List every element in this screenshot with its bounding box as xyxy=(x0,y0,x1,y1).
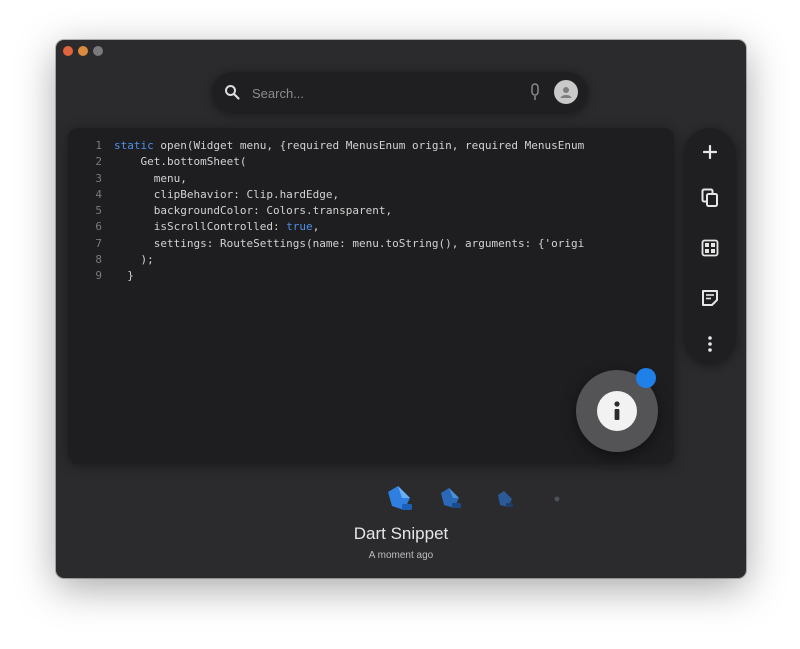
window-controls xyxy=(63,46,103,56)
line-number: 4 xyxy=(95,187,102,201)
plus-icon xyxy=(703,145,717,159)
side-toolbar xyxy=(684,128,736,364)
search-icon xyxy=(225,85,240,100)
code-text: open(Widget menu, {required MenusEnum or… xyxy=(153,139,585,152)
code-line: 3 menu, xyxy=(68,171,674,187)
snippet-title: Dart Snippet xyxy=(353,524,449,543)
code-line: 2 Get.bottomSheet( xyxy=(68,154,674,170)
more-button[interactable] xyxy=(698,332,722,356)
search-bar xyxy=(212,72,588,112)
line-number: 3 xyxy=(95,171,102,185)
notification-badge xyxy=(636,368,656,388)
code-line: 8 ); xyxy=(68,252,674,268)
code-text: clipBehavior: Clip.hardEdge, xyxy=(114,187,340,201)
dart-logo-icon[interactable] xyxy=(494,490,516,510)
line-number: 6 xyxy=(95,220,102,234)
grid-button[interactable] xyxy=(698,236,722,260)
code-line: 6 isScrollControlled: true, xyxy=(68,219,674,235)
code-line: 1 static open(Widget menu, {required Men… xyxy=(68,138,674,154)
code-lines: 1 static open(Widget menu, {required Men… xyxy=(68,138,674,285)
copy-button[interactable] xyxy=(698,186,722,210)
code-keyword: true xyxy=(286,220,313,234)
info-icon xyxy=(614,401,620,420)
code-text: settings: RouteSettings(name: menu.toStr… xyxy=(114,236,585,250)
app-window: 1 static open(Widget menu, {required Men… xyxy=(56,40,746,578)
note-button[interactable] xyxy=(698,286,722,310)
snippet-timestamp: A moment ago xyxy=(368,550,434,561)
note-icon xyxy=(702,290,718,306)
code-line: 9 } xyxy=(68,268,674,284)
more-vertical-icon xyxy=(708,336,712,352)
code-text: backgroundColor: Colors.transparent, xyxy=(114,204,393,218)
mic-icon[interactable] xyxy=(530,83,540,101)
line-number: 2 xyxy=(95,155,102,169)
code-text: isScrollControlled: xyxy=(114,220,287,234)
search-input[interactable] xyxy=(250,80,514,106)
line-number: 5 xyxy=(95,204,102,218)
code-line: 4 clipBehavior: Clip.hardEdge, xyxy=(68,187,674,203)
line-number: 8 xyxy=(95,253,102,267)
copy-icon xyxy=(701,188,718,207)
code-line: 5 backgroundColor: Colors.transparent, xyxy=(68,203,674,219)
grid-icon xyxy=(701,239,719,257)
add-button[interactable] xyxy=(698,140,722,164)
code-text: menu, xyxy=(114,171,187,185)
code-text: , xyxy=(312,220,320,234)
code-text: ); xyxy=(114,253,154,267)
maximize-window-button[interactable] xyxy=(93,46,103,56)
dart-logo-icon[interactable] xyxy=(382,484,416,514)
line-number: 9 xyxy=(95,269,102,283)
code-text: Get.bottomSheet( xyxy=(114,155,247,169)
avatar[interactable] xyxy=(554,80,578,104)
code-keyword: static xyxy=(114,139,154,152)
dart-logo-icon[interactable] xyxy=(436,486,464,512)
line-number: 7 xyxy=(95,236,102,250)
code-text: } xyxy=(114,269,134,283)
line-number: 1 xyxy=(95,139,102,152)
close-window-button[interactable] xyxy=(63,46,73,56)
user-icon xyxy=(560,87,572,98)
carousel-dot[interactable] xyxy=(552,494,562,504)
snippet-carousel xyxy=(380,484,580,514)
code-line: 7 settings: RouteSettings(name: menu.toS… xyxy=(68,236,674,252)
minimize-window-button[interactable] xyxy=(78,46,88,56)
